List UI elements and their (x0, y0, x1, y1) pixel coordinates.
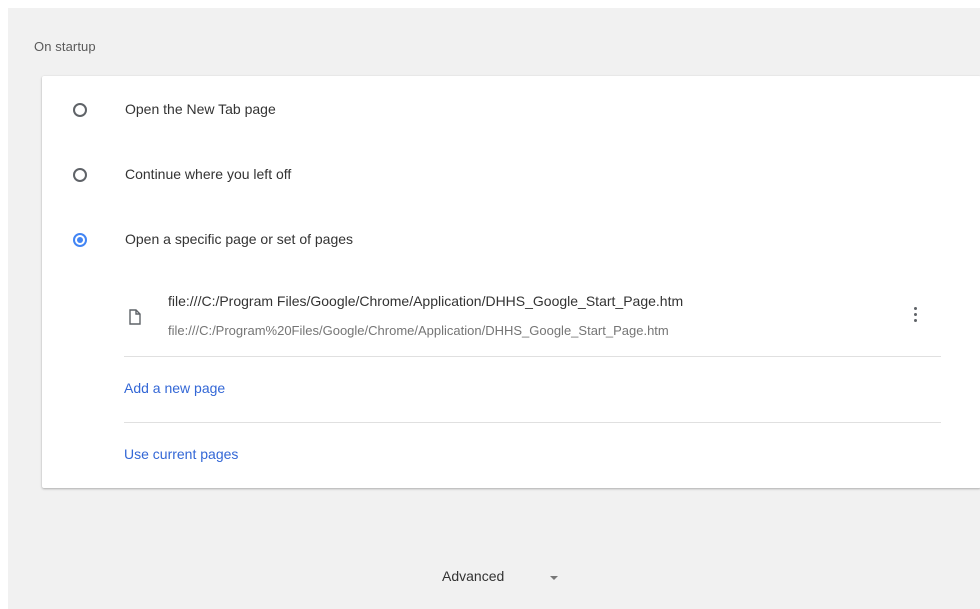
settings-page: On startup Open the New Tab page Continu… (8, 8, 980, 609)
use-current-pages-label: Use current pages (124, 446, 239, 462)
divider (124, 356, 941, 357)
radio-button[interactable] (73, 233, 87, 247)
radio-button[interactable] (73, 103, 87, 117)
radio-open-new-tab[interactable]: Open the New Tab page (42, 90, 980, 130)
add-new-page-link[interactable]: Add a new page (124, 368, 941, 408)
chevron-down-icon (550, 576, 558, 580)
startup-card: Open the New Tab page Continue where you… (42, 76, 980, 488)
add-new-page-label: Add a new page (124, 380, 226, 396)
advanced-button[interactable]: Advanced (438, 562, 568, 592)
startup-page-url: file:///C:/Program%20Files/Google/Chrome… (168, 323, 669, 338)
section-title: On startup (34, 39, 96, 54)
radio-label: Continue where you left off (125, 166, 292, 182)
radio-open-specific[interactable]: Open a specific page or set of pages (42, 220, 980, 260)
more-vert-icon[interactable] (909, 302, 921, 326)
advanced-label: Advanced (442, 568, 505, 584)
radio-button[interactable] (73, 168, 87, 182)
radio-label: Open a specific page or set of pages (125, 231, 354, 247)
use-current-pages-link[interactable]: Use current pages (124, 434, 941, 474)
startup-page-title: file:///C:/Program Files/Google/Chrome/A… (168, 293, 684, 309)
startup-page-entry: file:///C:/Program Files/Google/Chrome/A… (124, 286, 941, 356)
divider (124, 422, 941, 423)
file-icon (128, 309, 142, 325)
radio-continue[interactable]: Continue where you left off (42, 155, 980, 195)
radio-label: Open the New Tab page (125, 101, 276, 117)
